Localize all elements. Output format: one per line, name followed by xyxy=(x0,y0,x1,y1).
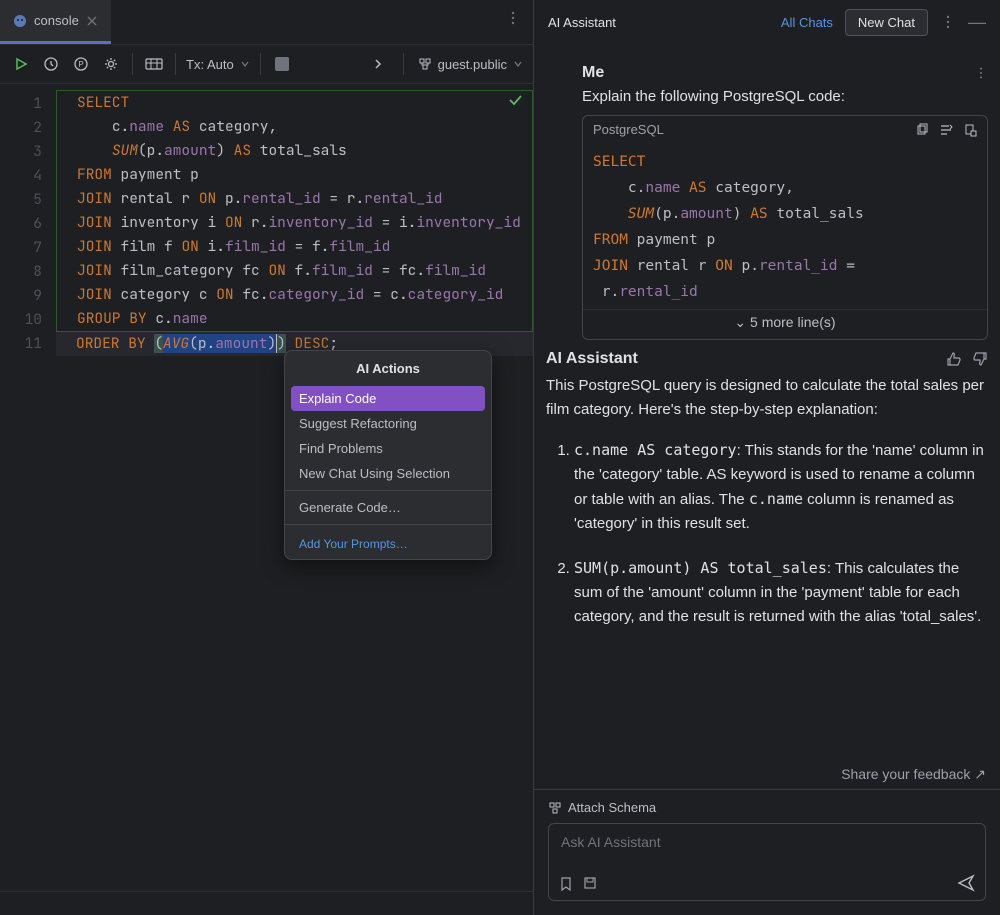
explain-plan-icon[interactable]: P xyxy=(70,53,92,75)
popup-item-newchat[interactable]: New Chat Using Selection xyxy=(285,461,491,486)
placeholder: Ask AI Assistant xyxy=(561,834,661,850)
popup-item-refactor[interactable]: Suggest Refactoring xyxy=(285,411,491,436)
save-icon[interactable] xyxy=(583,876,597,892)
bookmark-icon[interactable] xyxy=(559,876,573,892)
ai-title: AI Assistant xyxy=(548,15,616,30)
stop-button[interactable] xyxy=(271,53,293,75)
schema-label: guest.public xyxy=(438,57,507,72)
chevron-down-icon xyxy=(240,59,250,69)
output-mode-icon[interactable] xyxy=(143,53,165,75)
more-icon[interactable] xyxy=(974,66,988,80)
chat-area: Me Explain the following PostgreSQL code… xyxy=(534,44,1000,789)
snippet-lang: PostgreSQL xyxy=(593,122,664,137)
all-chats-link[interactable]: All Chats xyxy=(781,15,833,30)
chevron-right-icon[interactable] xyxy=(367,53,389,75)
create-file-icon[interactable] xyxy=(963,123,977,137)
code-snippet: PostgreSQL SELECT c.name AS category, SU… xyxy=(582,115,988,340)
expand-snippet[interactable]: 5 more line(s) xyxy=(583,309,987,339)
run-button[interactable] xyxy=(10,53,32,75)
thumbs-down-icon[interactable] xyxy=(972,351,988,367)
list-item: c.name AS category: This stands for the … xyxy=(574,438,988,536)
popup-item-problems[interactable]: Find Problems xyxy=(285,436,491,461)
bottom-bar xyxy=(0,891,533,915)
tab-label: console xyxy=(34,13,79,28)
copy-icon[interactable] xyxy=(915,123,929,137)
ai-actions-popup: AI Actions Explain Code Suggest Refactor… xyxy=(284,350,492,560)
popup-item-explain[interactable]: Explain Code xyxy=(291,386,485,411)
more-icon[interactable] xyxy=(940,14,956,30)
user-text: Explain the following PostgreSQL code: xyxy=(582,88,988,105)
history-icon[interactable] xyxy=(40,53,62,75)
chat-input[interactable]: Ask AI Assistant xyxy=(548,823,986,901)
ai-name: AI Assistant xyxy=(546,350,638,368)
list-item: SUM(p.amount) AS total_sales: This calcu… xyxy=(574,556,988,629)
insert-icon[interactable] xyxy=(939,123,953,137)
close-icon[interactable] xyxy=(85,14,99,28)
schema-icon xyxy=(418,57,432,71)
schema-selector[interactable]: guest.public xyxy=(418,57,523,72)
gutter: 123 456 789 1011 xyxy=(0,84,56,891)
tx-mode-dropdown[interactable]: Tx: Auto xyxy=(186,57,250,72)
tab-console[interactable]: console xyxy=(0,0,111,44)
feedback-link[interactable]: Share your feedback ↗ xyxy=(841,766,986,783)
schema-icon xyxy=(548,801,562,815)
popup-add-prompts[interactable]: Add Your Prompts… xyxy=(285,529,491,559)
user-name: Me xyxy=(582,64,604,82)
user-message: Me Explain the following PostgreSQL code… xyxy=(582,64,988,340)
ai-pane: AI Assistant All Chats New Chat — Me xyxy=(533,0,1000,915)
new-chat-button[interactable]: New Chat xyxy=(845,9,928,36)
popup-item-generate[interactable]: Generate Code… xyxy=(285,495,491,520)
svg-text:P: P xyxy=(78,60,83,69)
editor-toolbar: P Tx: Auto xyxy=(0,44,533,84)
ai-intro: This PostgreSQL query is designed to cal… xyxy=(546,374,988,422)
tab-bar: console xyxy=(0,0,533,44)
send-icon[interactable] xyxy=(957,874,975,892)
input-area: Attach Schema Ask AI Assistant xyxy=(534,789,1000,915)
ai-message: AI Assistant This PostgreSQL query is de… xyxy=(546,350,988,629)
tx-label: Tx: Auto xyxy=(186,57,234,72)
thumbs-up-icon[interactable] xyxy=(946,351,962,367)
more-icon[interactable] xyxy=(505,10,521,26)
chevron-down-icon xyxy=(513,59,523,69)
popup-title: AI Actions xyxy=(285,351,491,386)
attach-schema[interactable]: Attach Schema xyxy=(548,800,986,815)
editor-pane: console P xyxy=(0,0,533,915)
settings-icon[interactable] xyxy=(100,53,122,75)
minimize-icon[interactable]: — xyxy=(968,12,986,33)
ai-header: AI Assistant All Chats New Chat — xyxy=(534,0,1000,44)
elephant-icon xyxy=(12,13,28,29)
